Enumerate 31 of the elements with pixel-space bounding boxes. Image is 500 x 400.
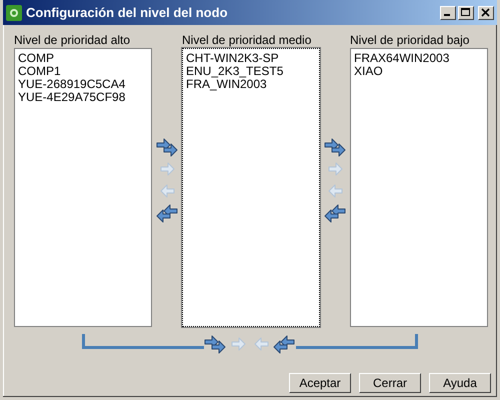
list-box[interactable]: COMP COMP1 YUE-268919C5CA4 YUE-4E29A75CF98	[14, 48, 152, 327]
window-title: Configuración del nivel del nodo	[26, 4, 229, 22]
list-item[interactable]: COMP1	[18, 65, 148, 78]
double-right-arrow-icon[interactable]	[156, 138, 178, 158]
dialog-button[interactable]: Ayuda	[429, 373, 491, 393]
minimize-button[interactable]	[440, 6, 456, 20]
close-button[interactable]	[478, 6, 494, 20]
list-item[interactable]: CHT-WIN2K3-SP	[186, 52, 316, 65]
app-icon	[6, 4, 22, 20]
list-item[interactable]: XIAO	[354, 65, 484, 78]
list-label: Nivel de prioridad bajo	[350, 33, 470, 48]
double-left-arrow-icon[interactable]	[273, 335, 296, 355]
double-left-arrow-icon[interactable]	[156, 204, 178, 224]
list-item[interactable]: FRA_WIN2003	[186, 78, 316, 91]
list-box[interactable]: CHT-WIN2K3-SP ENU_2K3_TEST5 FRA_WIN2003	[182, 48, 320, 327]
list-box[interactable]: FRAX64WIN2003 XIAO	[350, 48, 488, 327]
list-item[interactable]: FRAX64WIN2003	[354, 52, 484, 65]
double-right-arrow-icon[interactable]	[204, 335, 227, 355]
dialog-button[interactable]: Cerrar	[359, 373, 421, 393]
list-item[interactable]: COMP	[18, 52, 148, 65]
list-label: Nivel de prioridad medio	[182, 33, 312, 48]
maximize-icon	[461, 8, 471, 17]
close-icon	[481, 8, 491, 17]
double-right-arrow-icon[interactable]	[324, 138, 346, 158]
list-item[interactable]: ENU_2K3_TEST5	[186, 65, 316, 78]
list-label: Nivel de prioridad alto	[14, 33, 132, 48]
maximize-button[interactable]	[458, 6, 474, 20]
list-item[interactable]: YUE-268919C5CA4	[18, 78, 148, 91]
dialog-button[interactable]: Aceptar	[289, 373, 351, 393]
list-item[interactable]: YUE-4E29A75CF98	[18, 91, 148, 104]
double-left-arrow-icon[interactable]	[324, 204, 346, 224]
